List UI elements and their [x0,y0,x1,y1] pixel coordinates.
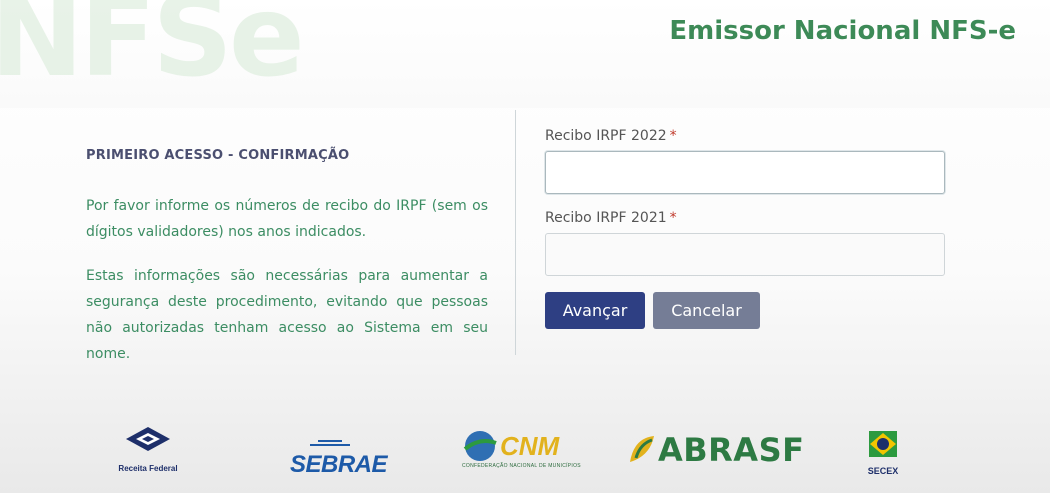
instruction-text: Por favor informe os números de recibo d… [86,198,488,240]
required-asterisk: * [669,128,677,144]
sebrae-text: SEBRAE [290,451,388,478]
app-title: Emissor Nacional NFS-e [669,16,1016,46]
sebrae-logo: SEBRAE [290,433,388,479]
column-divider [515,110,516,355]
nfse-watermark-logo: NFSe [0,0,305,102]
security-note-text: Estas informações são necessárias para a… [86,268,488,362]
partner-logos: Receita Federal SEBRAE CNM CONFEDERAÇÃO … [0,425,1050,485]
intro-panel: PRIMEIRO ACESSO - CONFIRMAÇÃO Por favor … [86,148,488,367]
cancel-button[interactable]: Cancelar [653,292,760,329]
receita-federal-logo: Receita Federal [118,425,178,473]
secex-text: SECEX [867,466,899,476]
required-asterisk: * [669,210,677,226]
secex-flag-icon [869,431,897,457]
section-title: PRIMEIRO ACESSO - CONFIRMAÇÃO [86,148,350,163]
secex-logo: SECEX [855,427,911,476]
abrasf-text: ABRASF [658,431,805,469]
receita-federal-text: Receita Federal [118,464,178,473]
cnm-text: CNM [500,430,560,461]
cnm-logo: CNM CONFEDERAÇÃO NACIONAL DE MUNICÍPIOS [462,429,581,470]
irpf-2022-input[interactable] [545,151,945,194]
sebrae-stripes-icon [310,440,350,446]
form-actions: Avançar Cancelar [545,292,947,329]
confirmation-form: Recibo IRPF 2022 * Recibo IRPF 2021 * Avan… [545,128,947,329]
irpf-2022-label-text: Recibo IRPF 2022 [545,128,667,144]
header: NFSe Emissor Nacional NFS-e [0,0,1050,108]
abrasf-leaf-icon [630,436,654,462]
irpf-2021-label-text: Recibo IRPF 2021 [545,210,667,226]
cnm-globe-icon [463,431,497,461]
advance-button[interactable]: Avançar [545,292,645,329]
cnm-subtitle: CONFEDERAÇÃO NACIONAL DE MUNICÍPIOS [462,463,581,469]
irpf-2022-label: Recibo IRPF 2022 * [545,128,947,144]
irpf-2021-label: Recibo IRPF 2021 * [545,210,947,226]
abrasf-logo: ABRASF [626,431,804,469]
irpf-2021-input[interactable] [545,233,945,276]
receita-federal-icon [126,427,170,451]
